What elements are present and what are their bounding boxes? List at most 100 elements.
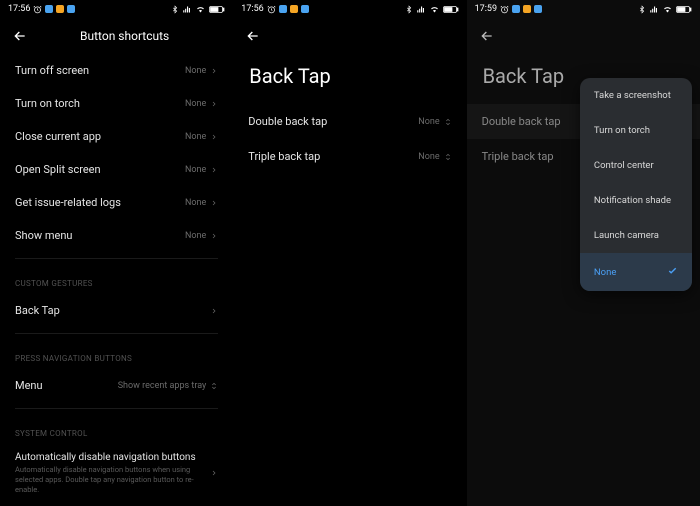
popup-launch-camera[interactable]: Launch camera (580, 218, 692, 253)
app-dot-2 (290, 5, 298, 13)
clock: 17:56 (8, 4, 30, 14)
chevron-right-icon (210, 67, 218, 75)
item-menu[interactable]: Menu Show recent apps tray (0, 369, 233, 402)
divider (15, 333, 218, 334)
panel-button-shortcuts: 17:56 Button shortcuts Turn off screen N… (0, 0, 233, 506)
header: Button shortcuts (0, 18, 233, 54)
page-title: Button shortcuts (28, 29, 221, 43)
item-label: Menu (15, 379, 43, 392)
wifi-icon (429, 5, 440, 14)
chevron-right-icon (210, 469, 218, 477)
item-value (210, 307, 218, 315)
item-value: None (185, 66, 218, 76)
item-value: Show recent apps tray (118, 381, 219, 391)
item-label: Double back tap (248, 115, 327, 128)
item-auto-disable-nav[interactable]: Automatically disable navigation buttons… (0, 444, 233, 502)
app-dot-1 (512, 5, 520, 13)
item-label: Triple back tap (482, 150, 554, 163)
item-close-current-app[interactable]: Close current app None (0, 120, 233, 153)
item-show-menu[interactable]: Show menu None (0, 219, 233, 252)
bluetooth-icon (638, 5, 646, 14)
signal-icon (182, 5, 192, 14)
panel-back-tap-popup: 17:59 Back Tap Double back tap Triple ba… (467, 0, 700, 506)
popup-take-screenshot[interactable]: Take a screenshot (580, 78, 692, 113)
section-press-nav: PRESS NAVIGATION BUTTONS (0, 340, 233, 369)
back-arrow-icon[interactable] (12, 28, 28, 44)
status-bar: 17:56 (233, 0, 466, 18)
item-label: Get issue-related logs (15, 196, 121, 209)
chevron-right-icon (210, 232, 218, 240)
wifi-icon (195, 5, 206, 14)
item-description: Automatically disable navigation buttons… (15, 465, 210, 494)
status-bar: 17:59 (467, 0, 700, 18)
battery-icon (209, 5, 225, 14)
signal-icon (416, 5, 426, 14)
status-bar: 17:56 (0, 0, 233, 18)
item-label: Triple back tap (248, 150, 320, 163)
item-label: Open Split screen (15, 163, 101, 176)
bluetooth-icon (405, 5, 413, 14)
back-arrow-icon[interactable] (479, 28, 495, 44)
app-dot-3 (67, 5, 75, 13)
item-issue-logs[interactable]: Get issue-related logs None (0, 186, 233, 219)
item-value: None (418, 152, 451, 162)
clock: 17:56 (241, 4, 263, 14)
app-dot-1 (279, 5, 287, 13)
item-label: Automatically disable navigation buttons (15, 452, 210, 463)
app-dot-2 (56, 5, 64, 13)
divider (15, 258, 218, 259)
app-dot-3 (534, 5, 542, 13)
item-value: None (418, 117, 451, 127)
alarm-icon (500, 5, 509, 14)
app-dot-1 (45, 5, 53, 13)
popup-turn-on-torch[interactable]: Turn on torch (580, 113, 692, 148)
alarm-icon (267, 5, 276, 14)
panel-back-tap: 17:56 Back Tap Double back tap None Trip… (233, 0, 466, 506)
chevron-right-icon (210, 199, 218, 207)
battery-icon (443, 5, 459, 14)
item-turn-off-screen[interactable]: Turn off screen None (0, 54, 233, 87)
item-turn-on-torch[interactable]: Turn on torch None (0, 87, 233, 120)
section-custom-gestures: CUSTOM GESTURES (0, 265, 233, 294)
check-icon (667, 265, 678, 279)
app-dot-2 (523, 5, 531, 13)
options-popup: Take a screenshot Turn on torch Control … (580, 78, 692, 291)
item-value: None (185, 231, 218, 241)
item-label: Show menu (15, 229, 72, 242)
divider (15, 408, 218, 409)
alarm-icon (33, 5, 42, 14)
item-open-split-screen[interactable]: Open Split screen None (0, 153, 233, 186)
popup-control-center[interactable]: Control center (580, 148, 692, 183)
page-title: Back Tap (233, 54, 466, 104)
item-label: Double back tap (482, 115, 561, 128)
signal-icon (649, 5, 659, 14)
item-label: Back Tap (15, 304, 60, 317)
section-system-control: SYSTEM CONTROL (0, 415, 233, 444)
item-label: Turn off screen (15, 64, 89, 77)
popup-none[interactable]: None (580, 253, 692, 291)
item-value: None (185, 99, 218, 109)
popup-notification-shade[interactable]: Notification shade (580, 183, 692, 218)
app-dot-3 (301, 5, 309, 13)
item-label: Close current app (15, 130, 101, 143)
item-back-tap[interactable]: Back Tap (0, 294, 233, 327)
chevron-right-icon (210, 133, 218, 141)
chevron-right-icon (210, 100, 218, 108)
chevron-right-icon (210, 166, 218, 174)
item-value: None (185, 198, 218, 208)
item-double-back-tap[interactable]: Double back tap None (233, 104, 466, 139)
bluetooth-icon (171, 5, 179, 14)
item-value: None (185, 165, 218, 175)
header (467, 18, 700, 54)
wifi-icon (662, 5, 673, 14)
battery-icon (676, 5, 692, 14)
header (233, 18, 466, 54)
clock: 17:59 (475, 4, 497, 14)
back-arrow-icon[interactable] (245, 28, 261, 44)
item-triple-back-tap[interactable]: Triple back tap None (233, 139, 466, 174)
updown-icon (210, 381, 218, 391)
updown-icon (444, 117, 452, 127)
item-value: None (185, 132, 218, 142)
item-label: Turn on torch (15, 97, 80, 110)
updown-icon (444, 152, 452, 162)
